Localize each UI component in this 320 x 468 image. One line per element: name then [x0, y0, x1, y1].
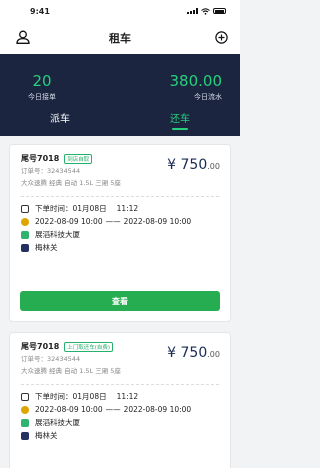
order-price: ¥ 750.00	[167, 157, 220, 173]
person-name: 梅林关	[35, 431, 58, 440]
plate-number: 尾号7018	[21, 154, 60, 163]
price-decimal: .00	[207, 162, 220, 171]
wifi-icon	[201, 7, 210, 15]
period-icon	[21, 217, 29, 226]
tab-return[interactable]: 还车	[120, 106, 240, 134]
status-time: 9:41	[30, 6, 50, 16]
nav-bar: 租车	[0, 22, 240, 54]
revenue-label: 今日流水	[194, 93, 222, 101]
signal-icon	[187, 8, 198, 14]
pickup-tag: 到店自取	[64, 153, 93, 164]
person-row: 梅林关	[21, 429, 219, 442]
place-row: 展滔科技大厦	[21, 228, 219, 241]
tab-dispatch[interactable]: 派车	[0, 106, 120, 134]
order-time-row: 下单时间：01月08日 11:12	[21, 390, 219, 403]
page-title: 租车	[109, 32, 131, 45]
status-bar: 9:41	[0, 0, 240, 22]
person-icon	[21, 243, 29, 252]
rental-period-row: 2022-08-09 10:00 —— 2022-08-09 10:00	[21, 215, 219, 228]
revenue-stat: 380.00 今日流水	[170, 72, 223, 102]
period-end: 2022-08-09 10:00	[123, 217, 192, 226]
person-icon	[21, 431, 29, 440]
location-icon	[21, 230, 29, 239]
price-decimal: .00	[207, 350, 220, 359]
status-icons	[187, 7, 226, 15]
orders-value: 20	[32, 72, 52, 90]
pickup-tag: 上门取还车(自费)	[64, 341, 114, 352]
tab-bar: 派车 还车	[0, 106, 240, 134]
person-name: 梅林关	[35, 243, 58, 252]
place-row: 展滔科技大厦	[21, 416, 219, 429]
period-start: 2022-08-09 10:00	[35, 405, 103, 414]
price-main: ¥ 750	[167, 157, 208, 173]
divider	[21, 196, 219, 197]
place-name: 展滔科技大厦	[35, 230, 80, 239]
period-separator: ——	[105, 217, 121, 226]
period-start: 2022-08-09 10:00	[35, 217, 103, 226]
order-time-row: 下单时间：01月08日 11:12	[21, 202, 219, 215]
period-end: 2022-08-09 10:00	[123, 405, 192, 414]
order-card: 尾号7018 到店自取 ¥ 750.00 订单号：32434544 大众速腾 经…	[9, 144, 231, 322]
revenue-value: 380.00	[169, 72, 223, 90]
view-button[interactable]: 查看	[20, 291, 220, 311]
order-card: 尾号7018 上门取还车(自费) ¥ 750.00 订单号：32434544 大…	[9, 332, 231, 468]
order-time-label: 下单时间：01月08日	[35, 392, 107, 401]
orders-stat: 20 今日接单	[28, 72, 56, 102]
place-name: 展滔科技大厦	[35, 418, 80, 427]
period-separator: ——	[105, 405, 121, 414]
order-price: ¥ 750.00	[167, 345, 220, 361]
order-time: 11:12	[116, 392, 139, 401]
clock-icon	[21, 204, 29, 213]
order-list: 尾号7018 到店自取 ¥ 750.00 订单号：32434544 大众速腾 经…	[0, 134, 240, 468]
user-icon[interactable]	[16, 30, 30, 44]
location-icon	[21, 418, 29, 427]
period-icon	[21, 405, 29, 414]
order-time: 11:12	[116, 204, 139, 213]
car-info: 大众速腾 经典 自动 1.5L 三厢 5座	[21, 179, 121, 187]
price-main: ¥ 750	[167, 345, 208, 361]
person-row: 梅林关	[21, 241, 219, 254]
divider	[21, 384, 219, 385]
rental-period-row: 2022-08-09 10:00 —— 2022-08-09 10:00	[21, 403, 219, 416]
order-time-label: 下单时间：01月08日	[35, 204, 107, 213]
battery-icon	[213, 8, 226, 14]
add-icon[interactable]	[215, 31, 228, 44]
orders-label: 今日接单	[28, 93, 56, 101]
clock-icon	[21, 392, 29, 401]
car-info: 大众速腾 经典 自动 1.5L 三厢 5座	[21, 367, 121, 375]
plate-number: 尾号7018	[21, 342, 60, 351]
